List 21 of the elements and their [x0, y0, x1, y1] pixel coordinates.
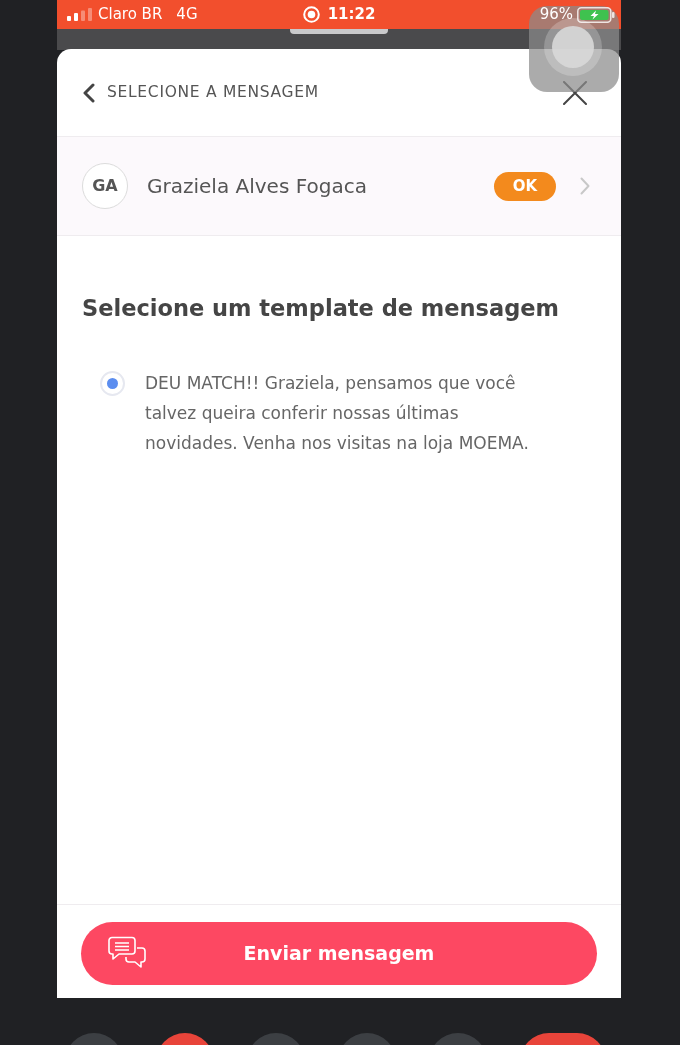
radio-button[interactable]: [100, 371, 125, 396]
record-icon: [302, 6, 320, 23]
network-type: 4G: [176, 4, 198, 26]
back-button[interactable]: [82, 82, 95, 103]
status-badge: OK: [494, 171, 556, 201]
contact-row[interactable]: GA Graziela Alves Fogaca OK: [57, 137, 621, 236]
carrier-name: Claro BR: [98, 4, 163, 26]
floating-button[interactable]: [529, 6, 619, 92]
template-text: DEU MATCH!! Graziela, pensamos que você talvez queira conferir nossas últimas novidades. Venha nos visitas na loja MOEMA.: [145, 372, 530, 455]
clock-time: 11:22: [327, 4, 376, 26]
battery-percent: 96%: [539, 4, 573, 26]
signal-icon: [67, 8, 92, 21]
section-title: Selecione um template de mensagem: [81, 294, 560, 322]
battery-icon: [577, 6, 615, 23]
chat-bubbles-icon: [108, 936, 147, 969]
screen-title: SELECIONE A MENSAGEM: [107, 81, 319, 103]
avatar: GA: [82, 163, 128, 209]
back-icon: [82, 82, 95, 103]
drag-handle[interactable]: [290, 29, 388, 34]
contact-name: Graziela Alves Fogaca: [147, 173, 367, 200]
chevron-right-icon: [580, 177, 590, 195]
